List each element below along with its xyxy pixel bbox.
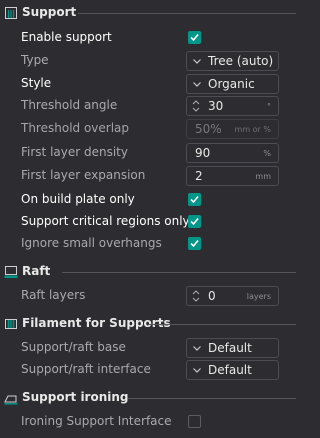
row-support-raft-base: Support/raft base Default: [0, 337, 300, 359]
section-divider: [128, 398, 296, 399]
threshold-overlap-unit: mm or %: [234, 125, 271, 134]
row-support-raft-interface: Support/raft interface Default: [0, 359, 300, 381]
support-icon: [5, 7, 17, 19]
section-title-ironing: Support ironing: [22, 390, 129, 404]
chevron-down-icon: [193, 368, 201, 373]
check-icon: [190, 195, 199, 204]
threshold-overlap-label: Threshold overlap: [21, 121, 130, 135]
section-header-raft: Raft: [0, 262, 300, 282]
raft-layers-value: 0: [208, 289, 216, 303]
row-ironing-support-interface: Ironing Support Interface: [0, 411, 300, 433]
filament-icon: [5, 319, 17, 329]
ignore-small-overhangs-label: Ignore small overhangs: [21, 236, 162, 250]
threshold-overlap-value: 50%: [195, 122, 222, 136]
support-critical-regions-only-label: Support critical regions only: [21, 214, 190, 228]
row-ignore-small-overhangs: Ignore small overhangs: [0, 233, 300, 255]
threshold-angle-unit: °: [267, 102, 271, 111]
section-title-support: Support: [22, 5, 77, 19]
row-enable-support: Enable support: [0, 27, 300, 49]
ironing-support-interface-label: Ironing Support Interface: [21, 414, 172, 428]
raft-layers-label: Raft layers: [21, 288, 86, 302]
row-first-layer-expansion: First layer expansion 2 mm: [0, 165, 300, 187]
first-layer-density-label: First layer density: [21, 145, 128, 159]
threshold-angle-spinbox[interactable]: 30 °: [186, 96, 279, 116]
support-raft-interface-label: Support/raft interface: [21, 362, 151, 376]
support-raft-base-dropdown[interactable]: Default: [186, 338, 279, 358]
first-layer-expansion-field[interactable]: 2 mm: [186, 166, 279, 186]
section-title-raft: Raft: [22, 264, 51, 278]
on-build-plate-only-checkbox[interactable]: [188, 193, 201, 206]
check-icon: [190, 33, 199, 42]
row-threshold-angle: Threshold angle 30 °: [0, 95, 300, 117]
first-layer-expansion-unit: mm: [255, 172, 271, 181]
section-header-filament: Filament for Supports: [0, 314, 300, 334]
row-support-critical-regions-only: Support critical regions only: [0, 211, 300, 233]
threshold-angle-value: 30: [208, 99, 224, 113]
support-raft-interface-value: Default: [208, 363, 252, 377]
first-layer-density-value: 90: [195, 146, 211, 160]
chevron-down-icon: [193, 346, 201, 351]
enable-support-label: Enable support: [21, 30, 112, 44]
on-build-plate-only-label: On build plate only: [21, 192, 135, 206]
row-on-build-plate-only: On build plate only: [0, 189, 300, 211]
enable-support-checkbox[interactable]: [188, 31, 201, 44]
threshold-overlap-field[interactable]: 50% mm or %: [186, 119, 279, 139]
row-type: Type Tree (auto): [0, 50, 300, 72]
chevron-down-icon: [193, 82, 201, 87]
threshold-angle-label: Threshold angle: [21, 98, 118, 112]
raft-layers-unit: layers: [246, 292, 271, 301]
row-style: Style Organic: [0, 73, 300, 95]
support-critical-regions-only-checkbox[interactable]: [188, 215, 201, 228]
first-layer-density-field[interactable]: 90 %: [186, 143, 279, 163]
raft-layers-spinbox[interactable]: 0 layers: [186, 286, 279, 306]
type-label: Type: [21, 53, 49, 67]
style-dropdown[interactable]: Organic: [186, 74, 279, 94]
spinner-arrows-icon: [192, 100, 200, 112]
section-header-support: Support: [0, 3, 300, 23]
first-layer-density-unit: %: [263, 149, 271, 158]
ironing-icon: [4, 395, 18, 405]
ironing-support-interface-checkbox[interactable]: [188, 415, 201, 428]
type-value: Tree (auto): [208, 54, 274, 68]
section-header-ironing: Support ironing: [0, 388, 300, 408]
chevron-down-icon: [193, 59, 201, 64]
support-raft-base-label: Support/raft base: [21, 340, 126, 354]
support-raft-interface-dropdown[interactable]: Default: [186, 360, 279, 380]
section-title-filament: Filament for Supports: [22, 316, 171, 330]
row-threshold-overlap: Threshold overlap 50% mm or %: [0, 118, 300, 140]
row-raft-layers: Raft layers 0 layers: [0, 285, 300, 307]
style-label: Style: [21, 76, 52, 90]
check-icon: [190, 239, 199, 248]
section-divider: [78, 13, 296, 14]
first-layer-expansion-value: 2: [195, 169, 203, 183]
spinner-arrows-icon: [192, 290, 200, 302]
first-layer-expansion-label: First layer expansion: [21, 168, 146, 182]
type-dropdown[interactable]: Tree (auto): [186, 51, 279, 71]
section-divider: [62, 272, 296, 273]
style-value: Organic: [208, 77, 255, 91]
support-raft-base-value: Default: [208, 341, 252, 355]
section-divider: [148, 324, 296, 325]
ignore-small-overhangs-checkbox[interactable]: [188, 237, 201, 250]
check-icon: [190, 217, 199, 226]
raft-icon: [4, 266, 18, 278]
row-first-layer-density: First layer density 90 %: [0, 142, 300, 164]
